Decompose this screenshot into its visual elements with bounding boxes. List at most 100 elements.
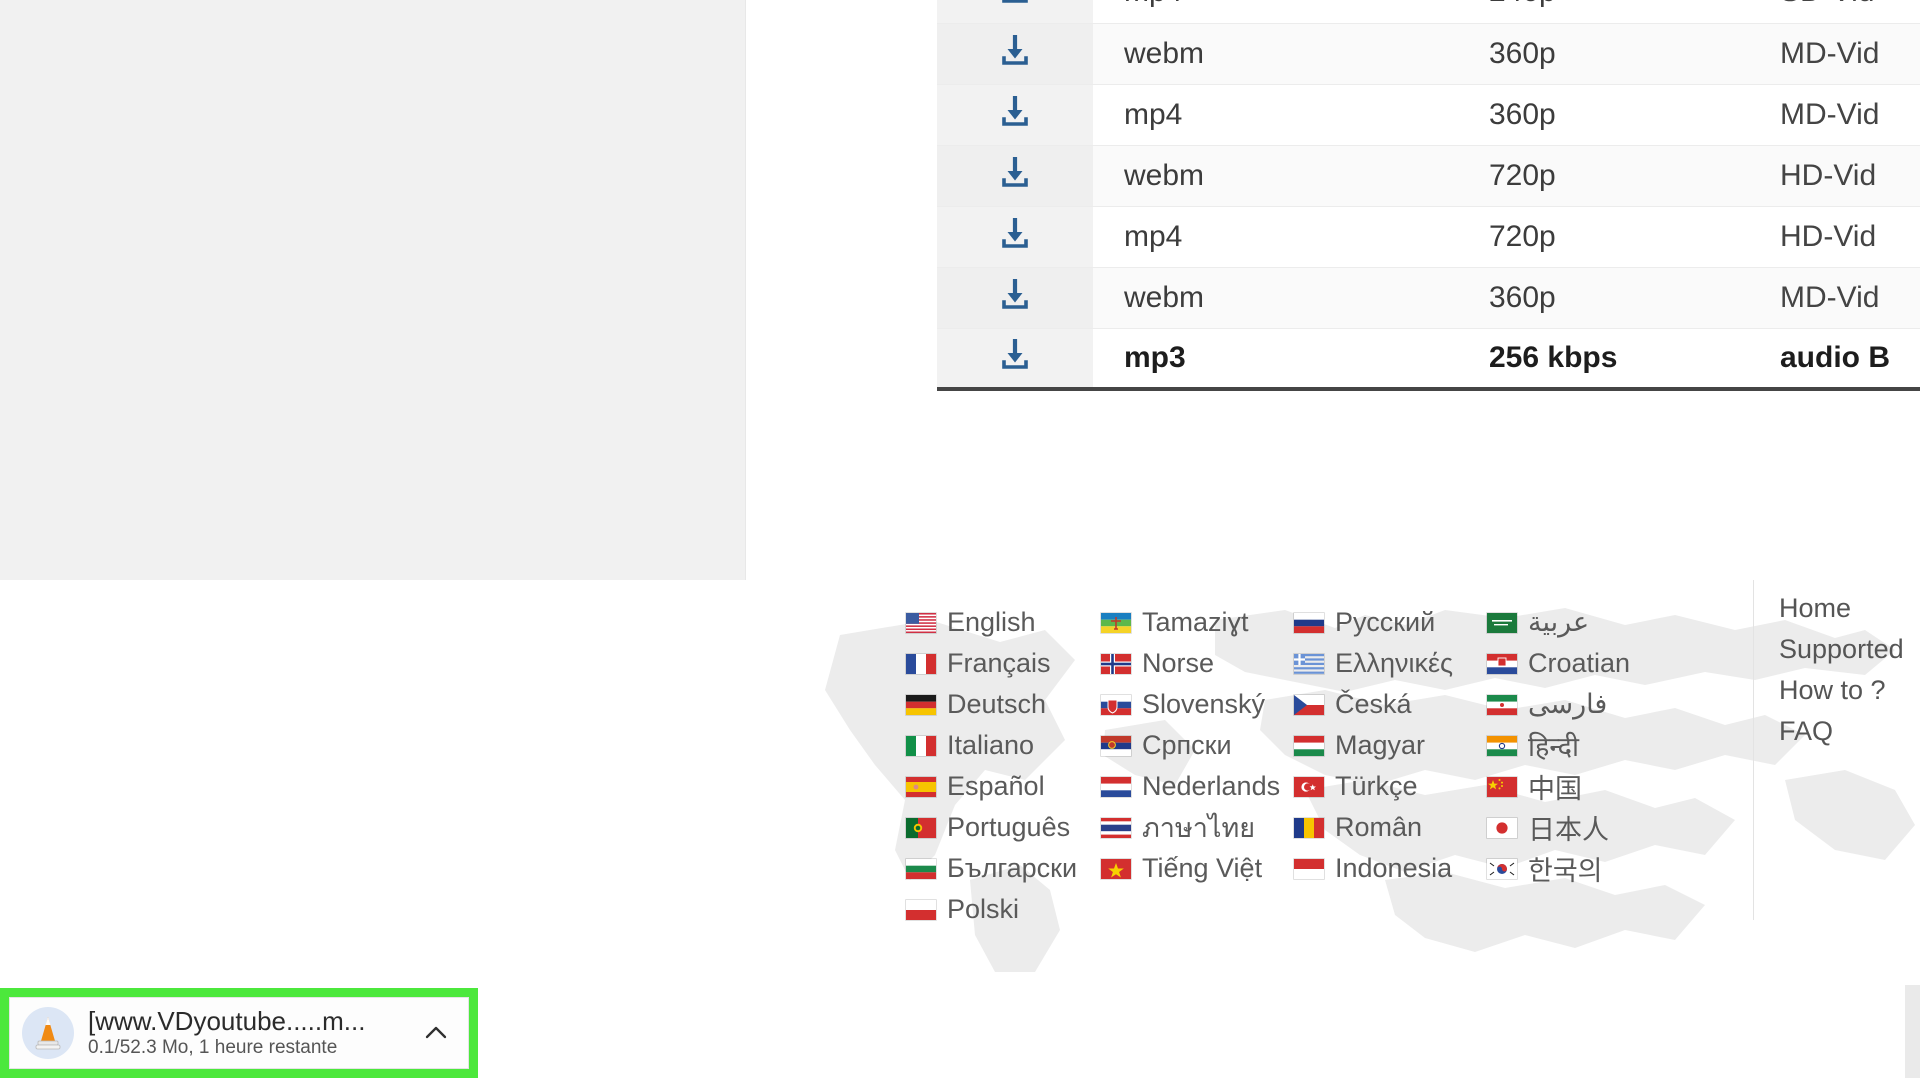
language-option-Français[interactable]: Français [905, 643, 1100, 684]
language-option-Polski[interactable]: Polski [905, 889, 1100, 930]
language-option-中国[interactable]: 中国 [1486, 766, 1679, 807]
table-row[interactable]: mp4240pSD-Vid [937, 0, 1920, 24]
language-label: Tiếng Việt [1142, 853, 1263, 883]
flag-icon-th [1100, 816, 1132, 839]
language-label: Česká [1335, 689, 1412, 719]
table-row[interactable]: webm 720p HD-Vid [937, 145, 1920, 207]
language-option-Српски[interactable]: Српски [1100, 725, 1293, 766]
language-option-Türkçe[interactable]: Türkçe [1293, 766, 1486, 807]
language-column: English Français Deutsch Italiano Español Por… [905, 590, 1100, 930]
flag-icon-kr [1486, 857, 1518, 880]
flag-icon-us [905, 611, 937, 634]
language-option-Croatian[interactable]: Croatian [1486, 643, 1679, 684]
download-icon[interactable] [937, 328, 1093, 391]
table-row[interactable]: mp4 360p MD-Vid [937, 84, 1920, 146]
language-option-Deutsch[interactable]: Deutsch [905, 684, 1100, 725]
footer-link-faq[interactable]: FAQ [1779, 711, 1904, 752]
flag-icon-gr [1293, 652, 1325, 675]
language-option-فارسی[interactable]: فارسی [1486, 684, 1679, 725]
language-option-Slovenský[interactable]: Slovenský [1100, 684, 1293, 725]
cell-format: mp4 [1093, 206, 1463, 268]
chevron-up-icon[interactable] [416, 1013, 456, 1053]
language-label: हिन्दी [1528, 732, 1580, 762]
language-label: Norse [1142, 648, 1215, 678]
language-option-Português[interactable]: Português [905, 807, 1100, 848]
download-icon[interactable] [937, 145, 1093, 207]
download-icon[interactable] [937, 84, 1093, 146]
table-row[interactable]: mp4 720p HD-Vid [937, 206, 1920, 268]
download-icon[interactable] [937, 0, 1093, 24]
language-label: 中国 [1528, 774, 1582, 804]
table-row[interactable]: webm 360p MD-Vid [937, 267, 1920, 329]
cell-quality: 360p [1463, 267, 1740, 329]
download-icon[interactable] [937, 206, 1093, 268]
language-label: عربية [1528, 607, 1590, 637]
language-option-Česká[interactable]: Česká [1293, 684, 1486, 725]
language-column: Русский Ελληνικές Česká Magyar Türkçe Român In… [1293, 590, 1486, 930]
language-option-Tiếng Việt[interactable]: Tiếng Việt [1100, 848, 1293, 889]
cell-format: webm [1093, 145, 1463, 207]
footer-link-supported[interactable]: Supported [1779, 629, 1904, 670]
flag-icon-ir [1486, 693, 1518, 716]
flag-icon-rs [1100, 734, 1132, 757]
language-option-English[interactable]: English [905, 602, 1100, 643]
taskbar-sliver [1905, 985, 1920, 1078]
language-label: Indonesia [1335, 853, 1453, 883]
language-option-हिन्दी[interactable]: हिन्दी [1486, 725, 1679, 766]
panel-divider [745, 0, 746, 580]
vlc-cone-icon [22, 1007, 74, 1059]
cell-label: audio B [1740, 328, 1920, 391]
language-label: Croatian [1528, 648, 1631, 678]
download-notification-highlight: [www.VDyoutube.....m... 0.1/52.3 Mo, 1 h… [0, 988, 478, 1078]
language-label: Български [947, 853, 1078, 883]
language-option-Italiano[interactable]: Italiano [905, 725, 1100, 766]
cell-format: mp3 [1093, 328, 1463, 391]
language-option-Magyar[interactable]: Magyar [1293, 725, 1486, 766]
language-option-عربية[interactable]: عربية [1486, 602, 1679, 643]
language-option-Indonesia[interactable]: Indonesia [1293, 848, 1486, 889]
language-label: Italiano [947, 730, 1035, 760]
language-option-Български[interactable]: Български [905, 848, 1100, 889]
language-label: Magyar [1335, 730, 1426, 760]
table-row[interactable]: webm 360p MD-Vid [937, 23, 1920, 85]
flag-icon-sk [1100, 693, 1132, 716]
cell-label: MD-Vid [1740, 84, 1920, 146]
language-option-한국의[interactable]: 한국의 [1486, 848, 1679, 889]
cell-label: SD-Vid [1740, 0, 1920, 24]
download-icon[interactable] [937, 23, 1093, 85]
language-label: English [947, 607, 1036, 637]
flag-icon-nl [1100, 775, 1132, 798]
language-option-Русский[interactable]: Русский [1293, 602, 1486, 643]
download-filename: [www.VDyoutube.....m... [88, 1006, 366, 1037]
language-option-Nederlands[interactable]: Nederlands [1100, 766, 1293, 807]
language-columns: English Français Deutsch Italiano Español Por… [745, 590, 1679, 930]
table-row[interactable]: mp3 256 kbps audio B [937, 328, 1920, 391]
footer-link-home[interactable]: Home [1779, 588, 1904, 629]
format-table: mp4240pSD-Vidwebm360pMD-Vidmp4360pMD-Vid… [937, 0, 1920, 391]
format-table-container: mp4240pSD-Vidwebm360pMD-Vidmp4360pMD-Vid… [937, 0, 1920, 391]
footer-divider [1753, 580, 1754, 920]
cell-quality: 720p [1463, 206, 1740, 268]
language-option-Tamaziɣt[interactable]: Tamaziɣt [1100, 602, 1293, 643]
language-option-Norse[interactable]: Norse [1100, 643, 1293, 684]
cell-label: HD-Vid [1740, 145, 1920, 207]
language-option-ภาษาไทย[interactable]: ภาษาไทย [1100, 807, 1293, 848]
footer-link-how-to[interactable]: How to ? [1779, 670, 1904, 711]
flag-icon-vn [1100, 857, 1132, 880]
flag-icon-in [1486, 734, 1518, 757]
language-label: Српски [1142, 730, 1232, 760]
cell-quality: 360p [1463, 23, 1740, 85]
language-option-Român[interactable]: Român [1293, 807, 1486, 848]
language-column: عربية Croatian فارسی हिन्दी 中国 日本人 한국의 [1486, 590, 1679, 930]
language-option-日本人[interactable]: 日本人 [1486, 807, 1679, 848]
download-notification-bar[interactable]: [www.VDyoutube.....m... 0.1/52.3 Mo, 1 h… [9, 997, 469, 1069]
cell-format: mp4 [1093, 0, 1463, 24]
language-label: ภาษาไทย [1142, 813, 1256, 843]
download-icon[interactable] [937, 267, 1093, 329]
language-option-Ελληνικές[interactable]: Ελληνικές [1293, 643, 1486, 684]
download-text-block: [www.VDyoutube.....m... 0.1/52.3 Mo, 1 h… [88, 1006, 410, 1059]
flag-icon-berber [1100, 611, 1132, 634]
language-option-Español[interactable]: Español [905, 766, 1100, 807]
language-label: Deutsch [947, 689, 1047, 719]
cell-quality: 240p [1463, 0, 1740, 24]
